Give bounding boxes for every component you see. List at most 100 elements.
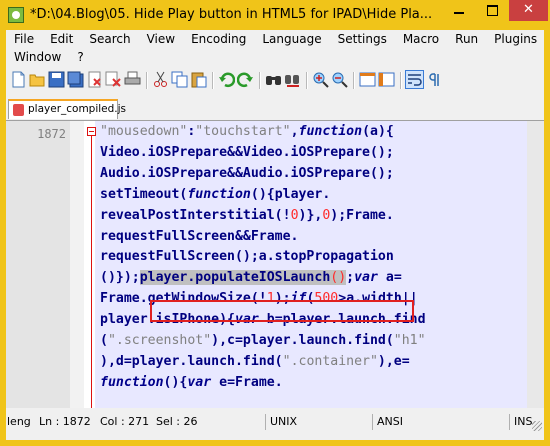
code-token: 0 [290,207,299,223]
toolbar-separator [400,72,402,89]
close-button[interactable]: ✕ [509,0,548,21]
window-title: *D:\04.Blog\05. Hide Play button in HTML… [30,7,433,22]
replace-icon[interactable] [284,71,301,88]
title-bar[interactable]: *D:\04.Blog\05. Hide Play button in HTML… [0,0,550,30]
menu-window[interactable]: Window [6,49,69,67]
zoom-out-icon[interactable] [331,71,348,88]
status-bar: lengt Ln : 1872 Col : 271 Sel : 26 UNIX … [6,411,544,433]
code-token: a= [377,270,402,286]
code-line[interactable]: ),d=player.launch.find(".container"),e= [100,352,525,373]
selection-highlight-box [150,300,414,322]
cut-icon[interactable] [152,71,169,88]
code-token: );Frame. [330,207,394,223]
copy-icon[interactable] [171,71,188,88]
tab-label: player_compiled.js [28,103,127,115]
menu-file[interactable]: File [6,31,42,49]
resize-grip[interactable] [532,421,542,431]
code-line[interactable]: revealPostInterstitial(!0)},0);Frame. [100,206,525,227]
menu-settings[interactable]: Settings [330,31,395,49]
line-number: 1872 [37,127,66,141]
menu-encoding[interactable]: Encoding [183,31,254,49]
tab-bar: player_compiled.js [6,96,544,121]
code-token: )}, [298,207,323,223]
fold-toggle-icon[interactable] [87,127,96,136]
code-token: ( [100,333,108,349]
menu-language[interactable]: Language [254,31,329,49]
toolbar-separator [146,72,148,89]
status-line: Ln : 1872 [39,415,91,428]
code-token: (a){ [362,124,394,139]
code-token: "h1" [393,333,426,349]
code-text[interactable]: "mousedown":"touchstart",function(a){Vid… [100,122,525,394]
code-line[interactable]: Video.iOSPrepare&&Video.iOSPrepare(); [100,143,525,164]
open-folder-icon[interactable] [29,71,46,88]
save-all-icon[interactable] [67,71,84,88]
menu-row-secondary: Window? [6,49,92,67]
code-line[interactable]: (".screenshot"),c=player.launch.find("h1… [100,331,525,352]
sync-vertical-icon[interactable] [359,71,376,88]
menu-bar: File Edit Search View Encoding Language Settin… [6,30,544,68]
menu-run[interactable]: Run [447,31,486,49]
line-number-gutter: 1872 [6,121,70,408]
code-line[interactable]: requestFullScreen&&Frame. [100,227,525,248]
show-all-chars-icon[interactable] [426,71,443,88]
code-line[interactable]: Audio.iOSPrepare&&Audio.iOSPrepare(); [100,164,525,185]
code-token: , [290,124,299,139]
code-token: Video.iOSPrepare&&Video.iOSPrepare(); [100,144,394,160]
code-token: () [330,270,347,286]
code-line[interactable]: requestFullScreen();a.stopPropagation [100,247,525,268]
menu-row-primary: File Edit Search View Encoding Language Settin… [6,31,545,49]
paste-icon[interactable] [190,71,207,88]
menu-edit[interactable]: Edit [42,31,81,49]
code-token: revealPostInterstitial(! [100,207,291,223]
redo-icon[interactable] [237,71,254,88]
code-token: "mousedown" [100,124,188,139]
vertical-scrollbar[interactable] [527,121,544,408]
fold-margin [70,121,84,408]
undo-icon[interactable] [218,71,235,88]
status-encoding[interactable]: ANSI [372,414,487,430]
toolbar-separator [259,72,261,89]
word-wrap-icon[interactable] [405,70,424,89]
menu-help[interactable]: ? [69,49,91,67]
code-token: var [187,374,212,390]
menu-plugins[interactable]: Plugins [486,31,545,49]
code-token: e=Frame. [211,374,283,390]
notepad-app-icon[interactable] [8,7,24,23]
new-file-icon[interactable] [10,71,27,88]
code-token: requestFullScreen();a.stopPropagation [100,249,394,265]
code-token: function [100,374,164,390]
sync-horizontal-icon[interactable] [378,71,395,88]
code-line[interactable]: "mousedown":"touchstart",function(a){ [100,122,525,143]
menu-search[interactable]: Search [81,31,138,49]
code-editor[interactable]: 1872 "mousedown":"touchstart",function(a… [6,121,544,408]
menu-view[interactable]: View [139,31,183,49]
toolbar-separator [306,72,308,89]
close-all-icon[interactable] [105,71,122,88]
code-token: ".screenshot" [107,333,212,349]
tab-player-compiled[interactable]: player_compiled.js [8,99,126,119]
code-token: Audio.iOSPrepare&&Audio.iOSPrepare(); [100,165,394,181]
print-icon[interactable] [124,71,141,88]
code-token: (){ [163,374,188,390]
code-token: setTimeout( [100,186,188,202]
code-token: player.populateIOSLaunch [139,270,331,286]
code-line[interactable]: setTimeout(function(){player. [100,185,525,206]
menu-macro[interactable]: Macro [395,31,447,49]
fold-line [91,136,92,408]
maximize-button[interactable] [476,0,508,21]
close-file-icon[interactable] [86,71,103,88]
find-icon[interactable] [265,71,282,88]
code-token: var [354,270,378,286]
code-token: "touchstart" [195,124,291,139]
status-length: lengt [7,415,31,428]
status-eol-format[interactable]: UNIX [265,414,354,430]
code-line[interactable]: function(){var e=Frame. [100,373,525,394]
code-token: ),e= [377,353,410,369]
code-line[interactable]: ()});player.populateIOSLaunch();var a= [100,268,525,289]
zoom-in-icon[interactable] [312,71,329,88]
minimize-button[interactable] [443,0,475,21]
save-icon[interactable] [48,71,65,88]
status-column: Col : 271 [100,415,150,428]
code-token: (){player. [250,186,331,202]
